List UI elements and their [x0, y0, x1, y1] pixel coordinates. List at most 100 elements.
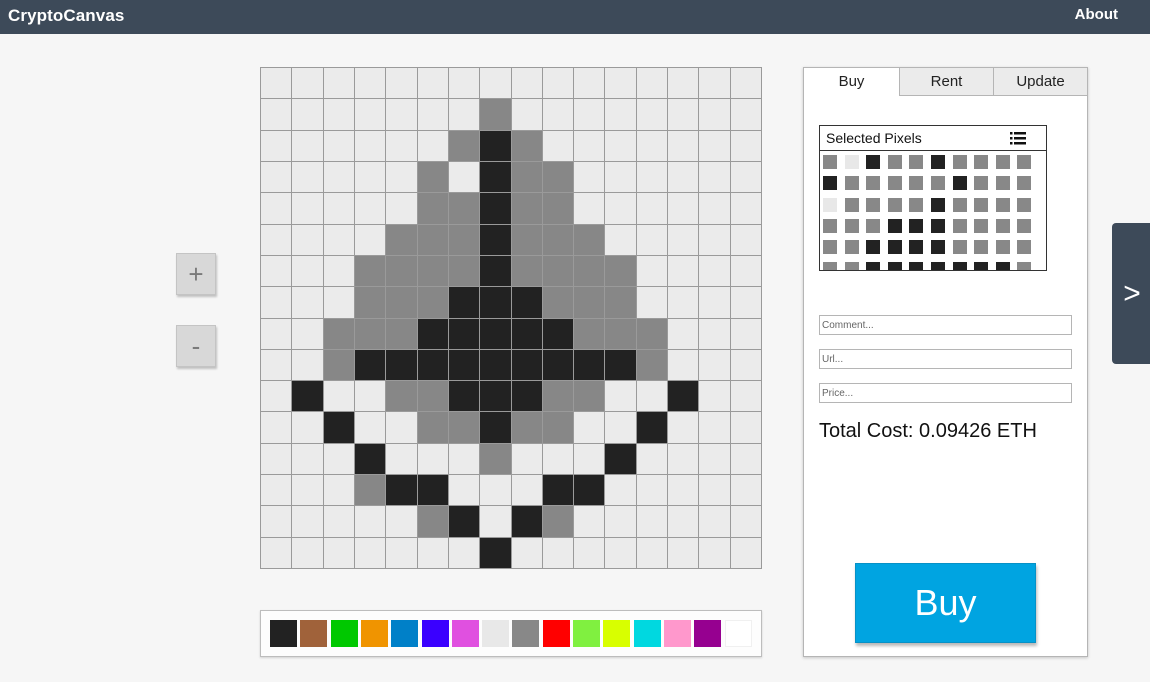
canvas-pixel[interactable]: [636, 193, 668, 224]
canvas-pixel[interactable]: [605, 255, 636, 287]
canvas-pixel[interactable]: [699, 349, 730, 381]
canvas-pixel[interactable]: [668, 161, 699, 193]
canvas-pixel[interactable]: [699, 99, 730, 130]
canvas-pixel[interactable]: [480, 68, 511, 99]
canvas-pixel[interactable]: [480, 318, 511, 349]
canvas-pixel[interactable]: [261, 412, 292, 443]
canvas-pixel[interactable]: [511, 130, 542, 161]
canvas-pixel[interactable]: [668, 381, 699, 412]
canvas-pixel[interactable]: [574, 349, 605, 381]
canvas-pixel[interactable]: [668, 99, 699, 130]
canvas-pixel[interactable]: [417, 412, 448, 443]
canvas-pixel[interactable]: [636, 99, 668, 130]
canvas-pixel[interactable]: [261, 224, 292, 255]
canvas-pixel[interactable]: [636, 255, 668, 287]
price-input[interactable]: [819, 383, 1072, 403]
canvas-pixel[interactable]: [605, 193, 636, 224]
canvas-pixel[interactable]: [699, 130, 730, 161]
buy-button[interactable]: Buy: [855, 563, 1036, 643]
palette-swatch[interactable]: [330, 620, 358, 647]
canvas-pixel[interactable]: [699, 255, 730, 287]
canvas-pixel[interactable]: [605, 412, 636, 443]
canvas-pixel[interactable]: [417, 506, 448, 537]
canvas-pixel[interactable]: [668, 287, 699, 318]
canvas-pixel[interactable]: [542, 381, 574, 412]
canvas-pixel[interactable]: [574, 224, 605, 255]
canvas-pixel[interactable]: [636, 224, 668, 255]
canvas-pixel[interactable]: [323, 349, 354, 381]
canvas-pixel[interactable]: [480, 99, 511, 130]
canvas-pixel[interactable]: [605, 349, 636, 381]
canvas-pixel[interactable]: [542, 443, 574, 475]
canvas-pixel[interactable]: [386, 318, 417, 349]
palette-swatch[interactable]: [451, 620, 479, 647]
canvas-pixel[interactable]: [730, 412, 761, 443]
canvas-pixel[interactable]: [542, 161, 574, 193]
palette-swatch[interactable]: [300, 620, 328, 647]
canvas-pixel[interactable]: [511, 381, 542, 412]
canvas-pixel[interactable]: [636, 161, 668, 193]
canvas-pixel[interactable]: [574, 412, 605, 443]
canvas-pixel[interactable]: [511, 443, 542, 475]
canvas-pixel[interactable]: [323, 193, 354, 224]
canvas-pixel[interactable]: [480, 412, 511, 443]
canvas-pixel[interactable]: [542, 99, 574, 130]
canvas-pixel[interactable]: [292, 193, 323, 224]
canvas-pixel[interactable]: [386, 161, 417, 193]
comment-input[interactable]: [819, 315, 1072, 335]
canvas-pixel[interactable]: [574, 287, 605, 318]
canvas-pixel[interactable]: [730, 130, 761, 161]
canvas-pixel[interactable]: [292, 412, 323, 443]
canvas-pixel[interactable]: [636, 130, 668, 161]
canvas-pixel[interactable]: [730, 349, 761, 381]
canvas-pixel[interactable]: [448, 161, 480, 193]
canvas-pixel[interactable]: [542, 349, 574, 381]
canvas-pixel[interactable]: [480, 161, 511, 193]
canvas-pixel[interactable]: [542, 130, 574, 161]
zoom-in-button[interactable]: +: [176, 253, 216, 295]
canvas-pixel[interactable]: [448, 443, 480, 475]
canvas-pixel[interactable]: [354, 318, 386, 349]
canvas-pixel[interactable]: [636, 287, 668, 318]
canvas-pixel[interactable]: [668, 443, 699, 475]
canvas-pixel[interactable]: [417, 318, 448, 349]
canvas-pixel[interactable]: [574, 130, 605, 161]
brand-logo-text[interactable]: CryptoCanvas: [8, 6, 124, 26]
canvas-pixel[interactable]: [542, 193, 574, 224]
canvas-pixel[interactable]: [417, 349, 448, 381]
canvas-pixel[interactable]: [448, 412, 480, 443]
canvas-pixel[interactable]: [417, 255, 448, 287]
canvas-pixel[interactable]: [574, 506, 605, 537]
canvas-pixel[interactable]: [636, 443, 668, 475]
canvas-pixel[interactable]: [386, 381, 417, 412]
canvas-pixel[interactable]: [699, 68, 730, 99]
canvas-pixel[interactable]: [448, 193, 480, 224]
canvas-pixel[interactable]: [386, 287, 417, 318]
canvas-pixel[interactable]: [511, 287, 542, 318]
canvas-pixel[interactable]: [636, 318, 668, 349]
palette-swatch[interactable]: [724, 620, 752, 647]
about-link[interactable]: About: [1075, 6, 1118, 23]
canvas-pixel[interactable]: [574, 68, 605, 99]
canvas-pixel[interactable]: [511, 224, 542, 255]
palette-swatch[interactable]: [573, 620, 600, 647]
canvas-pixel[interactable]: [417, 443, 448, 475]
canvas-pixel[interactable]: [292, 318, 323, 349]
canvas-pixel[interactable]: [323, 506, 354, 537]
canvas-pixel[interactable]: [699, 412, 730, 443]
palette-swatch[interactable]: [633, 620, 661, 647]
canvas-pixel[interactable]: [261, 255, 292, 287]
zoom-out-button[interactable]: -: [176, 325, 216, 367]
canvas-pixel[interactable]: [605, 161, 636, 193]
canvas-pixel[interactable]: [699, 381, 730, 412]
canvas-pixel[interactable]: [542, 412, 574, 443]
canvas-pixel[interactable]: [354, 537, 386, 568]
canvas-pixel[interactable]: [730, 506, 761, 537]
canvas-pixel[interactable]: [323, 161, 354, 193]
canvas-pixel[interactable]: [636, 412, 668, 443]
canvas-pixel[interactable]: [323, 130, 354, 161]
canvas-pixel[interactable]: [511, 506, 542, 537]
canvas-pixel[interactable]: [261, 537, 292, 568]
canvas-pixel[interactable]: [511, 161, 542, 193]
canvas-pixel[interactable]: [386, 99, 417, 130]
